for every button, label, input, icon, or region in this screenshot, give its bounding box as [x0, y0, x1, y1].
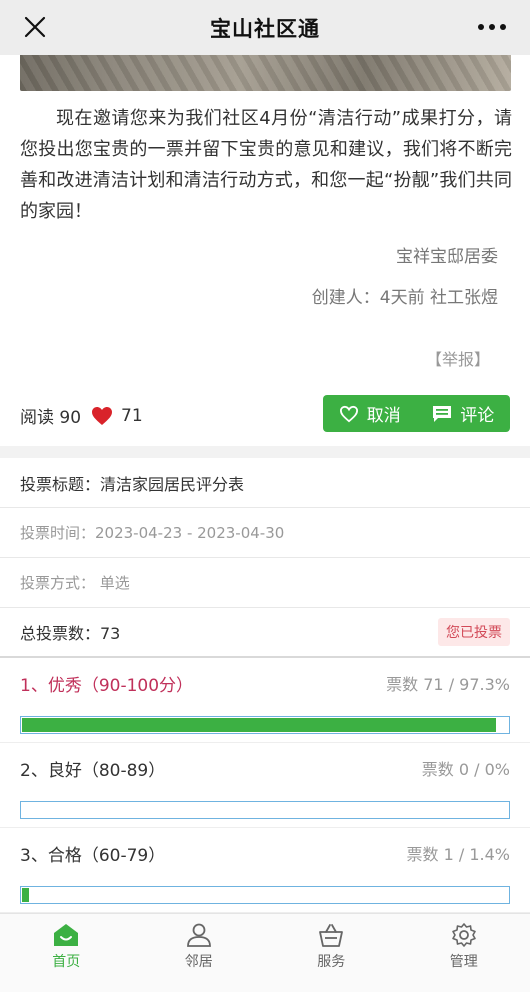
vote-panel: 投票标题：清洁家园居民评分表 投票时间：2023-04-23 - 2023-04… — [0, 458, 530, 913]
option-label: 1、优秀（90-100分） — [20, 675, 194, 696]
vote-option-2[interactable]: 2、良好（80-89） 票数 0 / 0% — [0, 743, 530, 828]
article-body: 现在邀请您来为我们社区4月份“清洁行动”成果打分，请您投出您宝贵的一票并留下宝贵… — [20, 108, 512, 222]
vote-option-3[interactable]: 3、合格（60-79） 票数 1 / 1.4% — [0, 828, 530, 913]
option-count: 票数 71 / 97.3% — [386, 675, 510, 694]
heart-outline-icon — [339, 405, 358, 422]
option-progress-bar — [20, 886, 510, 904]
title-bar: 宝山社区通 — [0, 0, 530, 55]
tab-label: 邻居 — [184, 954, 213, 970]
option-bar-row — [0, 878, 530, 913]
article-org: 宝祥宝邸居委 — [396, 247, 498, 267]
vote-method: 投票方式： 单选 — [0, 558, 530, 608]
basket-icon — [319, 924, 344, 947]
voted-badge: 您已投票 — [438, 618, 510, 646]
option-progress-fill — [22, 718, 496, 732]
option-count: 票数 0 / 0% — [421, 760, 510, 779]
option-progress-fill — [22, 888, 29, 902]
article-card: 现在邀请您来为我们社区4月份“清洁行动”成果打分，请您投出您宝贵的一票并留下宝贵… — [0, 55, 530, 446]
cancel-like-button[interactable]: 取消 — [323, 395, 417, 432]
content-scroll[interactable]: 现在邀请您来为我们社区4月份“清洁行动”成果打分，请您投出您宝贵的一票并留下宝贵… — [0, 55, 530, 913]
article-stats: 阅读 90 71 — [20, 403, 143, 429]
article-creator: 创建人：4天前 社工张煜 — [311, 288, 498, 308]
home-icon — [54, 924, 79, 946]
gear-icon — [451, 923, 476, 947]
read-count: 阅读 90 — [20, 408, 82, 428]
tab-neighbors[interactable]: 邻居 — [133, 914, 266, 979]
vote-title: 投票标题：清洁家园居民评分表 — [0, 458, 530, 508]
option-progress-bar — [20, 716, 510, 734]
comment-button[interactable]: 评论 — [417, 395, 511, 432]
option-label: 3、合格（60-79） — [20, 845, 166, 866]
tab-label: 管理 — [449, 954, 478, 970]
bottom-tab-bar: 首页 邻居 服务 管理 — [0, 913, 530, 979]
article-photo — [20, 55, 511, 91]
tab-label: 首页 — [52, 954, 81, 970]
option-header: 3、合格（60-79） 票数 1 / 1.4% — [20, 828, 510, 878]
tab-services[interactable]: 服务 — [265, 914, 398, 979]
vote-total: 总投票数：73 — [20, 624, 121, 643]
comment-icon — [433, 405, 452, 422]
heart-icon — [92, 406, 113, 425]
vote-total-row: 总投票数：73 您已投票 — [0, 608, 530, 658]
tab-label: 服务 — [317, 954, 346, 970]
option-label: 2、良好（80-89） — [20, 760, 166, 781]
more-icon[interactable] — [474, 12, 510, 42]
comment-label: 评论 — [460, 406, 495, 426]
option-count: 票数 1 / 1.4% — [406, 845, 510, 864]
tab-manage[interactable]: 管理 — [398, 914, 530, 979]
cancel-label: 取消 — [366, 406, 401, 426]
option-bar-row — [0, 793, 530, 828]
like-count: 71 — [121, 405, 143, 426]
action-bar: 取消 评论 — [323, 395, 510, 432]
tab-home[interactable]: 首页 — [0, 914, 133, 979]
page-title: 宝山社区通 — [210, 16, 320, 41]
vote-option-1[interactable]: 1、优秀（90-100分） 票数 71 / 97.3% — [0, 658, 530, 743]
option-header: 1、优秀（90-100分） 票数 71 / 97.3% — [20, 658, 510, 708]
close-icon[interactable] — [20, 12, 50, 42]
person-icon — [186, 923, 211, 947]
option-bar-row — [0, 708, 530, 743]
option-progress-bar — [20, 801, 510, 819]
bottom-safe-area — [0, 979, 530, 992]
option-header: 2、良好（80-89） 票数 0 / 0% — [20, 743, 510, 793]
vote-time: 投票时间：2023-04-23 - 2023-04-30 — [0, 508, 530, 558]
report-link[interactable]: 【举报】 — [426, 346, 490, 370]
